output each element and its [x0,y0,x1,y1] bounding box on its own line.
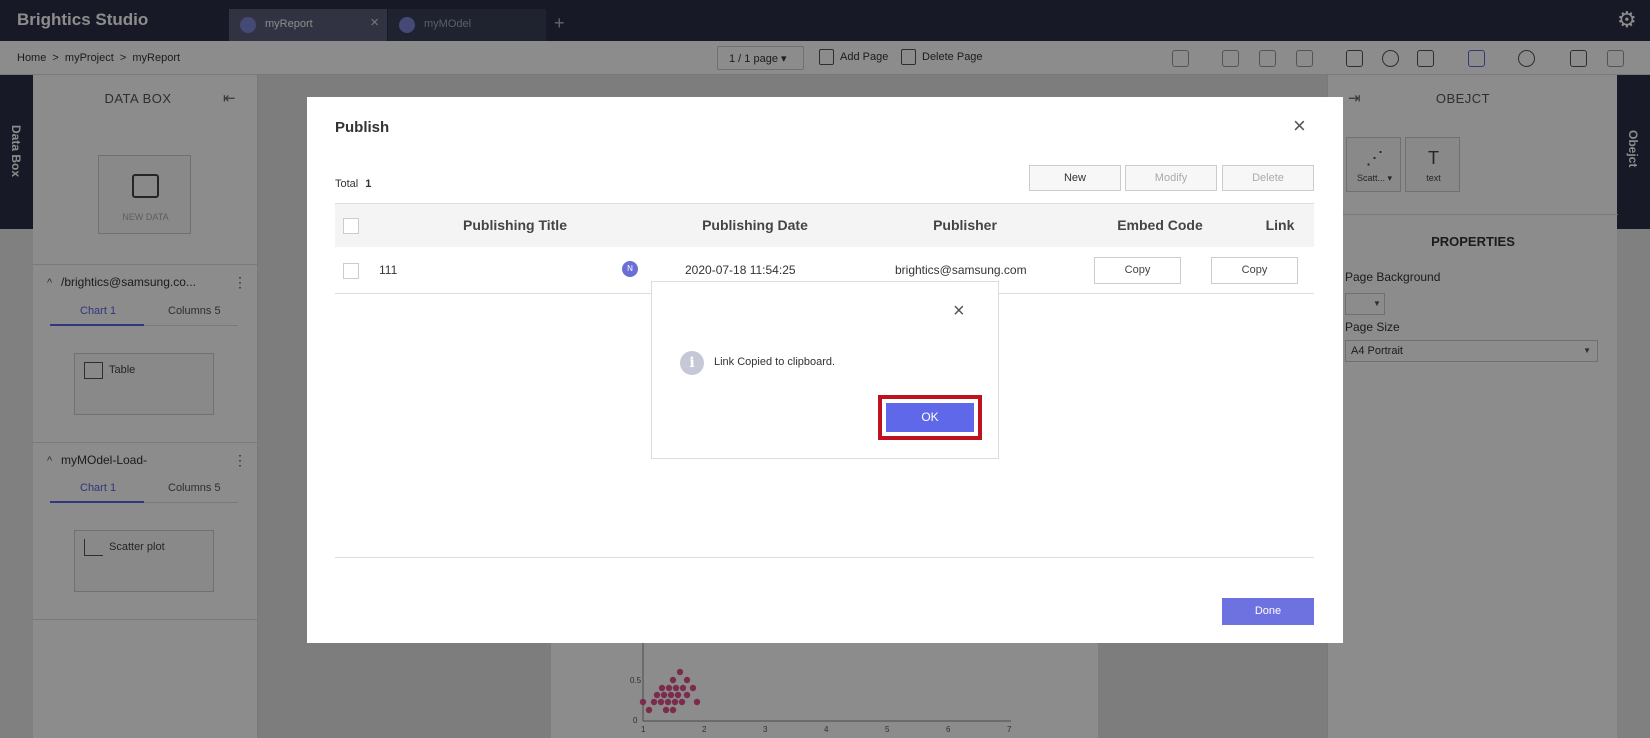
total-count: Total 1 [335,178,371,190]
column-header: Link [1265,217,1295,233]
delete-button[interactable]: Delete [1222,165,1314,191]
table-header: Publishing Title Publishing Date Publish… [335,203,1314,247]
copy-link-button[interactable]: Copy [1211,257,1298,284]
dialog-title: Publish [335,119,390,136]
column-header: Publishing Title [463,217,567,233]
alert-message: Link Copied to clipboard. [714,356,836,368]
new-badge: N [622,261,638,277]
publisher: brightics@samsung.com [895,263,1027,277]
done-button[interactable]: Done [1222,598,1314,625]
column-header: Publishing Date [702,217,808,233]
new-button[interactable]: New [1029,165,1121,191]
ok-button[interactable]: OK [884,401,976,434]
total-label: Total [335,178,359,190]
select-all-checkbox[interactable] [343,218,359,234]
publishing-date: 2020-07-18 11:54:25 [685,263,796,277]
alert-dialog: × i Link Copied to clipboard. OK [651,281,999,459]
modify-button[interactable]: Modify [1125,165,1217,191]
publishing-title: 111 [379,263,398,277]
copy-embed-button[interactable]: Copy [1094,257,1181,284]
info-icon: i [680,351,704,375]
total-value: 1 [365,178,372,190]
divider [335,557,1314,558]
close-icon[interactable]: × [953,300,965,323]
row-checkbox[interactable] [343,263,359,279]
column-header: Publisher [933,217,997,233]
close-icon[interactable]: × [1293,113,1306,139]
